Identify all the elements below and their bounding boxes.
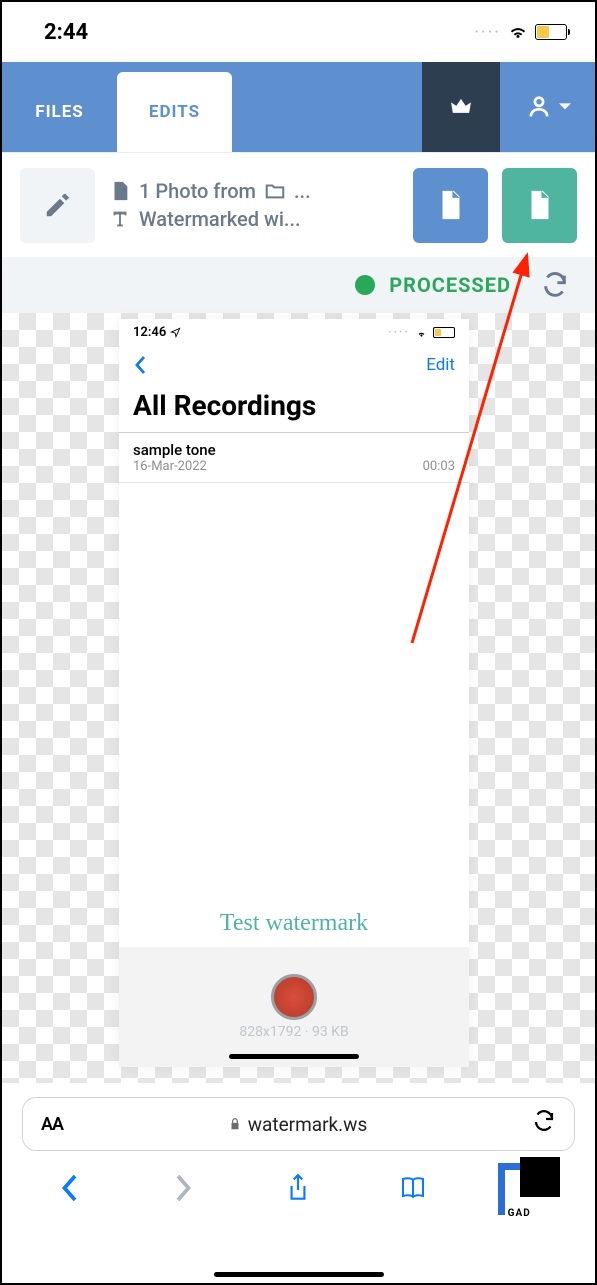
chevron-left-icon: [59, 1173, 79, 1203]
nav-back-button[interactable]: [39, 1164, 99, 1212]
preview-footer: 828x1792 · 93 KB: [119, 947, 469, 1067]
file-info: 1 Photo from ... Watermarked wi...: [109, 179, 399, 231]
wifi-icon: [507, 21, 529, 43]
preview-cell-icon: ····: [388, 325, 410, 339]
status-label: PROCESSED: [389, 273, 511, 297]
crown-icon: [447, 93, 475, 121]
preview-home-indicator: [229, 1054, 359, 1059]
phone-preview: 12:46 ···· Edit All Recordings sample to…: [119, 319, 469, 1067]
download-button[interactable]: [502, 168, 577, 243]
pencil-icon: [43, 190, 73, 220]
status-strip: PROCESSED: [2, 257, 595, 313]
book-icon: [398, 1175, 428, 1201]
folder-icon: [264, 180, 286, 202]
user-icon: [525, 93, 553, 121]
brand-text: GAD: [508, 1208, 531, 1219]
preview-dimensions: 828x1792 · 93 KB: [239, 1024, 348, 1040]
tab-files[interactable]: FILES: [2, 72, 117, 152]
image-file-icon: [109, 180, 131, 202]
share-icon: [285, 1173, 311, 1203]
preview-battery-icon: [433, 327, 455, 338]
watermark-text-line: Watermarked wi...: [139, 207, 301, 231]
edit-button[interactable]: [20, 168, 95, 243]
lock-icon: [228, 1117, 242, 1131]
preview-list-item: sample tone 16-Mar-2022 00:03: [119, 432, 469, 483]
back-chevron-icon: [133, 355, 147, 375]
preview-edit-link: Edit: [426, 355, 455, 375]
nav-bookmarks-button[interactable]: [383, 1164, 443, 1212]
safari-bottom-nav: GAD: [2, 1151, 595, 1225]
account-button[interactable]: [500, 62, 595, 152]
preview-nav: Edit: [119, 345, 469, 385]
recording-duration: 00:03: [423, 459, 455, 474]
url-text: watermark.ws: [248, 1113, 368, 1136]
preview-wifi-icon: [414, 325, 429, 340]
chevron-down-icon: [559, 101, 571, 113]
recording-date: 16-Mar-2022: [133, 459, 216, 474]
status-dot-icon: [355, 275, 375, 295]
refresh-button[interactable]: [535, 265, 575, 305]
watermark-overlay: Test watermark: [220, 910, 368, 937]
recording-name: sample tone: [133, 441, 216, 459]
file-arrow-icon: [434, 188, 468, 222]
file-download-icon: [523, 188, 557, 222]
preview-status-bar: 12:46 ····: [119, 319, 469, 345]
nav-share-button[interactable]: [268, 1164, 328, 1212]
premium-button[interactable]: [422, 62, 500, 152]
cell-dots-icon: ····: [474, 22, 501, 43]
refresh-icon: [541, 271, 569, 299]
text-icon: [109, 208, 131, 230]
ellipsis: ...: [294, 179, 311, 203]
export-button[interactable]: [413, 168, 488, 243]
text-size-button[interactable]: AA: [41, 1114, 63, 1135]
chevron-right-icon: [174, 1173, 194, 1203]
reload-button[interactable]: [532, 1109, 556, 1139]
preview-time: 12:46: [133, 325, 166, 340]
url-display: watermark.ws: [73, 1113, 522, 1136]
home-indicator: [214, 1272, 384, 1277]
record-button-icon: [271, 974, 317, 1020]
safari-url-bar[interactable]: AA watermark.ws: [22, 1097, 575, 1151]
status-indicators: ····: [474, 21, 567, 43]
battery-icon: [535, 24, 567, 40]
device-status-bar: 2:44 ····: [2, 2, 595, 62]
reload-icon: [532, 1109, 556, 1133]
location-icon: [170, 327, 181, 338]
preview-area: 12:46 ···· Edit All Recordings sample to…: [2, 313, 595, 1083]
top-nav: FILES EDITS: [2, 62, 595, 152]
nav-forward-button[interactable]: [154, 1164, 214, 1212]
brand-logo: GAD: [498, 1164, 558, 1212]
photo-count-text: 1 Photo from: [139, 179, 256, 203]
preview-title: All Recordings: [119, 385, 469, 432]
clock: 2:44: [44, 20, 88, 45]
tab-edits[interactable]: EDITS: [117, 72, 232, 152]
edit-bar: 1 Photo from ... Watermarked wi...: [2, 152, 595, 257]
